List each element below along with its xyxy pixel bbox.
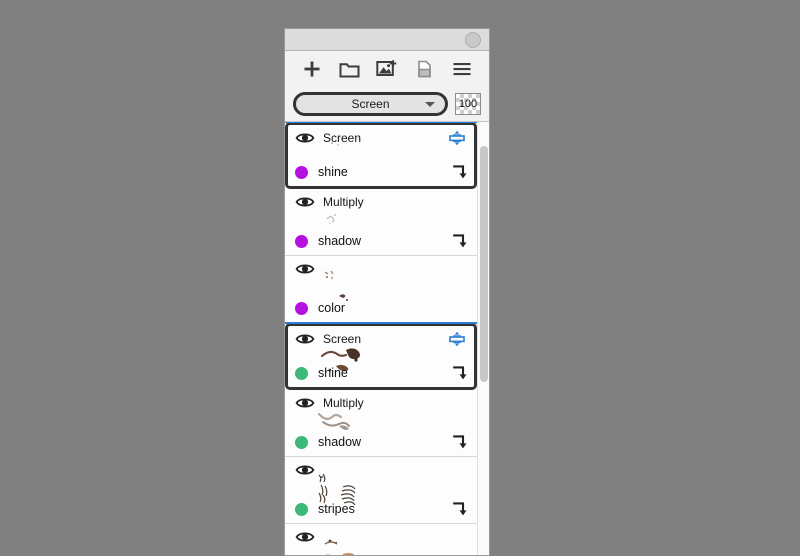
opacity-value: 100 [458, 97, 478, 110]
add-layer-button[interactable] [297, 55, 327, 83]
layer-color-dot[interactable] [295, 165, 308, 179]
layer-footer: color [285, 294, 477, 322]
blend-mode-row: Screen 100 [285, 87, 489, 121]
align-distribute-icon[interactable] [447, 331, 467, 347]
image-plus-icon [376, 59, 398, 79]
eye-icon[interactable] [295, 395, 315, 411]
layer-header [285, 457, 477, 483]
clipping-mask-arrow-icon[interactable] [451, 434, 467, 450]
layer-header: Multiply [285, 390, 477, 416]
layer-blend-mode: Screen [323, 131, 362, 145]
layer-name: stripes [318, 501, 355, 516]
layer-row[interactable]: Screen shine [285, 122, 477, 189]
layer-header [285, 524, 477, 550]
layer-row[interactable]: stripes [285, 457, 477, 524]
layer-row[interactable] [285, 524, 477, 555]
layer-blend-mode: Screen [323, 332, 362, 346]
clipping-mask-arrow-icon[interactable] [451, 365, 467, 381]
layer-footer: shine [288, 359, 474, 387]
layer-row[interactable]: color [285, 256, 477, 323]
eye-icon[interactable] [295, 331, 315, 347]
layer-blend-mode: Multiply [323, 396, 364, 410]
layer-header [285, 256, 477, 282]
layer-list-container: Screen shine Multiply shadow color Screen shin… [285, 121, 489, 555]
eye-icon[interactable] [295, 261, 315, 277]
layer-color-dot[interactable] [295, 366, 308, 380]
panel-titlebar [285, 29, 489, 51]
layer-name: shine [318, 365, 348, 380]
layer-footer: shadow [285, 227, 477, 255]
layer-name: shine [318, 164, 348, 179]
layer-row[interactable]: Multiply shadow [285, 390, 477, 457]
opacity-input[interactable]: 100 [455, 93, 481, 115]
layer-row[interactable]: Screen shine [285, 322, 477, 390]
clipping-mask-arrow-icon[interactable] [451, 233, 467, 249]
layer-name: shadow [318, 233, 362, 248]
layer-color-dot[interactable] [295, 234, 308, 248]
eye-icon[interactable] [295, 529, 315, 545]
scrollbar-thumb[interactable] [480, 146, 488, 382]
align-distribute-icon[interactable] [447, 130, 467, 146]
clipping-mask-arrow-icon[interactable] [451, 501, 467, 517]
blend-mode-select[interactable]: Screen [293, 92, 448, 116]
layer-footer: shine [288, 158, 474, 186]
layer-toolbar [285, 51, 489, 87]
plus-icon [302, 59, 322, 79]
hamburger-menu-icon [452, 61, 472, 77]
eye-icon[interactable] [295, 462, 315, 478]
layer-blend-mode: Multiply [323, 195, 364, 209]
layer-footer: stripes [285, 495, 477, 523]
page-icon [416, 59, 433, 79]
layer-color-dot[interactable] [295, 301, 308, 315]
layer-list-scrollbar[interactable] [477, 122, 489, 555]
folder-icon [339, 60, 360, 79]
add-folder-button[interactable] [334, 55, 364, 83]
layers-panel: Screen 100 Screen shine Multiply shadow colo… [284, 28, 490, 556]
layer-color-dot[interactable] [295, 435, 308, 449]
layer-list[interactable]: Screen shine Multiply shadow color Screen shin… [285, 122, 477, 555]
layer-menu-button[interactable] [447, 55, 477, 83]
layer-color-dot[interactable] [295, 502, 308, 516]
layer-name: color [318, 300, 346, 315]
titlebar-circle-button[interactable] [465, 31, 481, 48]
blend-mode-value: Screen [351, 97, 390, 111]
eye-icon[interactable] [295, 130, 315, 146]
screen-root: Screen 100 Screen shine Multiply shadow colo… [0, 0, 800, 556]
layer-row[interactable]: Multiply shadow [285, 189, 477, 256]
duplicate-layer-button[interactable] [410, 55, 440, 83]
add-image-button[interactable] [372, 55, 402, 83]
eye-icon[interactable] [295, 194, 315, 210]
layer-name: shadow [318, 434, 362, 449]
layer-footer: shadow [285, 428, 477, 456]
layer-header: Multiply [285, 189, 477, 215]
chevron-down-icon [425, 102, 435, 107]
clipping-mask-arrow-icon[interactable] [451, 164, 467, 180]
